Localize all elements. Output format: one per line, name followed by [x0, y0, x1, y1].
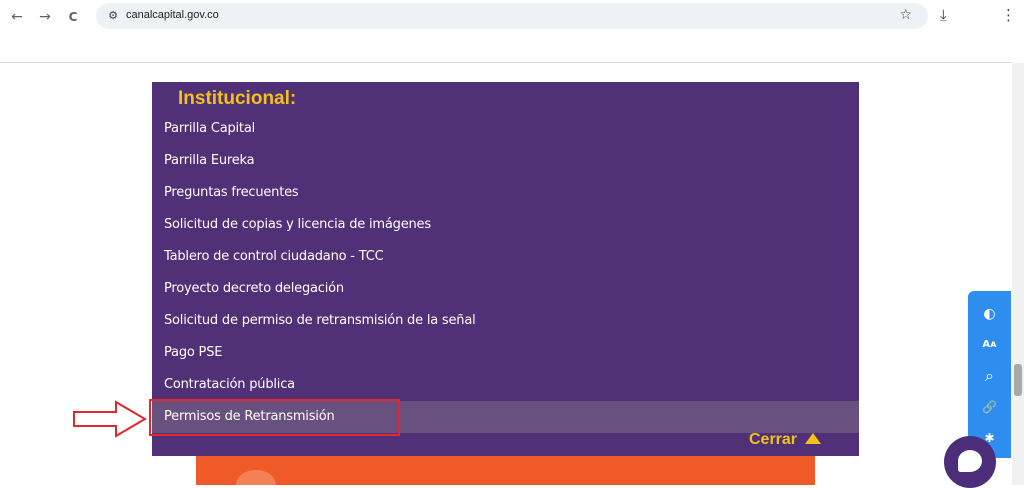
chat-bubble-icon [958, 450, 982, 472]
menu-item-solicitud-permiso[interactable]: Solicitud de permiso de retransmisión de… [152, 305, 859, 337]
reload-icon[interactable]: C [64, 8, 82, 26]
font-size-icon[interactable]: Aᴀ [968, 330, 1011, 360]
right-arrow-icon [73, 400, 147, 438]
menu-item-solicitud-copias[interactable]: Solicitud de copias y licencia de imágen… [152, 209, 859, 241]
bookmark-star-icon[interactable]: ☆ [899, 7, 912, 23]
back-icon[interactable]: ← [8, 8, 26, 26]
menu-item-proyecto-decreto[interactable]: Proyecto decreto delegación [152, 273, 859, 305]
page-scrollbar-thumb[interactable] [1014, 364, 1022, 396]
site-info-icon[interactable]: ⚙ [106, 9, 120, 23]
menu-item-contratacion-publica[interactable]: Contratación pública [152, 369, 859, 401]
page-scrollbar-track[interactable] [1012, 63, 1024, 485]
link-icon[interactable]: 🔗 [968, 392, 1011, 422]
url-text[interactable]: canalcapital.gov.co [126, 9, 219, 21]
menu-title: Institucional: [178, 88, 297, 109]
address-bar[interactable]: ⚙ canalcapital.gov.co ☆ [96, 3, 928, 29]
chat-button[interactable] [944, 436, 996, 488]
menu-item-parrilla-capital[interactable]: Parrilla Capital [152, 113, 859, 145]
menu-item-parrilla-eureka[interactable]: Parrilla Eureka [152, 145, 859, 177]
menu-item-tablero-control[interactable]: Tablero de control ciudadano - TCC [152, 241, 859, 273]
banner-decoration [236, 470, 276, 485]
menu-item-label: Tablero de control ciudadano - TCC [164, 249, 384, 264]
menu-item-label: Parrilla Eureka [164, 153, 255, 168]
menu-item-label: Parrilla Capital [164, 121, 255, 136]
menu-item-label: Preguntas frecuentes [164, 185, 299, 200]
menu-item-label: Proyecto decreto delegación [164, 281, 344, 296]
menu-item-pago-pse[interactable]: Pago PSE [152, 337, 859, 369]
menu-item-label: Solicitud de copias y licencia de imágen… [164, 217, 431, 232]
download-icon[interactable]: ⤓ [940, 6, 947, 24]
profile-avatar[interactable] [968, 5, 990, 27]
zoom-icon[interactable]: ⌕ [968, 361, 1011, 391]
banner-image [196, 456, 815, 485]
menu-item-label: Pago PSE [164, 345, 223, 360]
chrome-divider [0, 62, 1012, 63]
menu-item-label: Contratación pública [164, 377, 295, 392]
accessibility-toolbar: ◐ Aᴀ ⌕ 🔗 ✱ [968, 291, 1011, 458]
browser-menu-icon[interactable]: ⋮ [1001, 6, 1016, 24]
triangle-up-icon [805, 433, 822, 444]
contrast-icon[interactable]: ◐ [968, 299, 1011, 329]
forward-icon[interactable]: → [36, 8, 54, 26]
menu-item-preguntas-frecuentes[interactable]: Preguntas frecuentes [152, 177, 859, 209]
highlight-box [149, 399, 400, 436]
close-label: Cerrar [749, 431, 798, 448]
browser-toolbar: ← → C ⚙ canalcapital.gov.co ☆ ⤓ ⋮ [0, 0, 1024, 34]
menu-item-label: Solicitud de permiso de retransmisión de… [164, 313, 476, 328]
close-menu-button[interactable]: Cerrar [749, 431, 822, 451]
